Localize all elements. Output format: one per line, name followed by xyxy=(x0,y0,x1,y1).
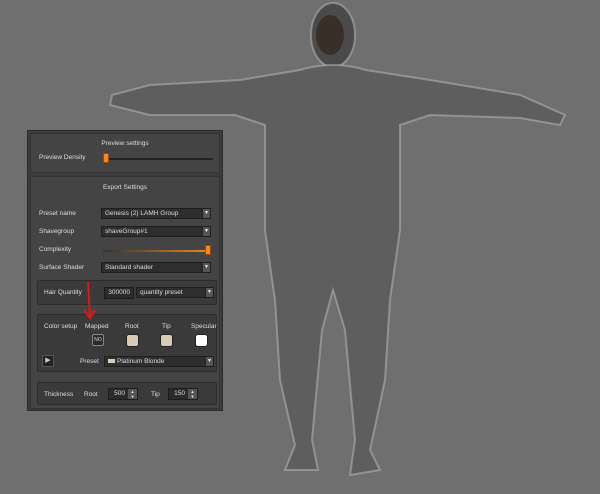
chevron-down-icon: ▼ xyxy=(202,209,210,218)
complexity-thumb[interactable] xyxy=(205,245,211,255)
quantity-preset-value: quantity preset xyxy=(140,289,183,296)
mapped-label: Mapped xyxy=(85,323,109,330)
thickness-root-label: Root xyxy=(84,391,98,398)
chevron-down-icon: ▼ xyxy=(205,288,213,297)
chevron-down-icon: ▼ xyxy=(202,227,210,236)
specular-color-swatch[interactable] xyxy=(195,334,208,347)
color-preset-dropdown[interactable]: Platinum Blonde ▼ xyxy=(104,356,214,367)
red-annotation-arrow-icon xyxy=(83,281,96,320)
surface-shader-dropdown[interactable]: Standard shader ▼ xyxy=(101,262,211,273)
color-preset-value: Platinum Blonde xyxy=(117,358,165,365)
shavegroup-dropdown[interactable]: shaveGroup#1 ▼ xyxy=(101,226,211,237)
surface-shader-value: Standard shader xyxy=(105,264,154,271)
spinner-arrows-icon[interactable]: ▲ ▼ xyxy=(188,389,197,399)
thickness-root-value: 500 xyxy=(114,390,125,397)
thickness-root-input[interactable]: 500 ▲ ▼ xyxy=(108,388,138,400)
preset-name-value: Genesis (2) LAMH Group xyxy=(105,210,179,217)
tip-color-swatch[interactable] xyxy=(160,334,173,347)
tip-color-label: Tip xyxy=(162,323,171,330)
preview-density-slider[interactable] xyxy=(103,158,213,160)
color-setup-label: Color setup xyxy=(44,323,78,330)
mapped-toggle-button[interactable]: NO xyxy=(92,334,104,346)
root-color-swatch[interactable] xyxy=(126,334,139,347)
spinner-arrows-icon[interactable]: ▲ ▼ xyxy=(128,389,137,399)
preset-label: Preset xyxy=(80,358,99,365)
specular-color-label: Specular xyxy=(191,323,217,330)
thickness-tip-input[interactable]: 150 ▲ ▼ xyxy=(168,388,198,400)
complexity-slider[interactable] xyxy=(103,250,211,252)
preview-density-label: Preview Density xyxy=(39,154,86,161)
chevron-down-icon: ▼ xyxy=(205,357,213,366)
surface-shader-label: Surface Shader xyxy=(39,264,85,271)
color-setup-box: Color setup Mapped NO Root Tip Specular … xyxy=(37,314,217,372)
hair-export-panel: Preview settings Preview Density Export … xyxy=(27,130,223,411)
root-color-label: Root xyxy=(125,323,139,330)
quantity-preset-dropdown[interactable]: quantity preset ▼ xyxy=(136,287,214,298)
preview-settings-title: Preview settings xyxy=(101,140,149,147)
preview-density-thumb[interactable] xyxy=(103,153,109,163)
preview-settings-section: Preview settings Preview Density xyxy=(30,133,220,173)
shavegroup-value: shaveGroup#1 xyxy=(105,228,148,235)
preset-name-dropdown[interactable]: Genesis (2) LAMH Group ▼ xyxy=(101,208,211,219)
preset-name-label: Preset name xyxy=(39,210,76,217)
chevron-down-icon: ▼ xyxy=(202,263,210,272)
export-settings-section: Export Settings Preset name Genesis (2) … xyxy=(30,176,220,409)
play-icon[interactable]: ▶ xyxy=(42,355,54,367)
thickness-tip-value: 150 xyxy=(174,390,185,397)
thickness-tip-label: Tip xyxy=(151,391,160,398)
thickness-label: Thickness xyxy=(44,391,74,398)
hair-quantity-input[interactable]: 300000 xyxy=(104,287,134,299)
shavegroup-label: Shavegroup xyxy=(39,228,75,235)
hair-quantity-label: Hair Quantity xyxy=(44,289,82,296)
preset-color-chip xyxy=(108,359,115,363)
thickness-box: Thickness Root 500 ▲ ▼ Tip 150 ▲ ▼ xyxy=(37,382,217,405)
complexity-label: Complexity xyxy=(39,246,72,253)
export-settings-title: Export Settings xyxy=(102,184,148,191)
hair-quantity-box: Hair Quantity 300000 quantity preset ▼ xyxy=(37,280,217,305)
